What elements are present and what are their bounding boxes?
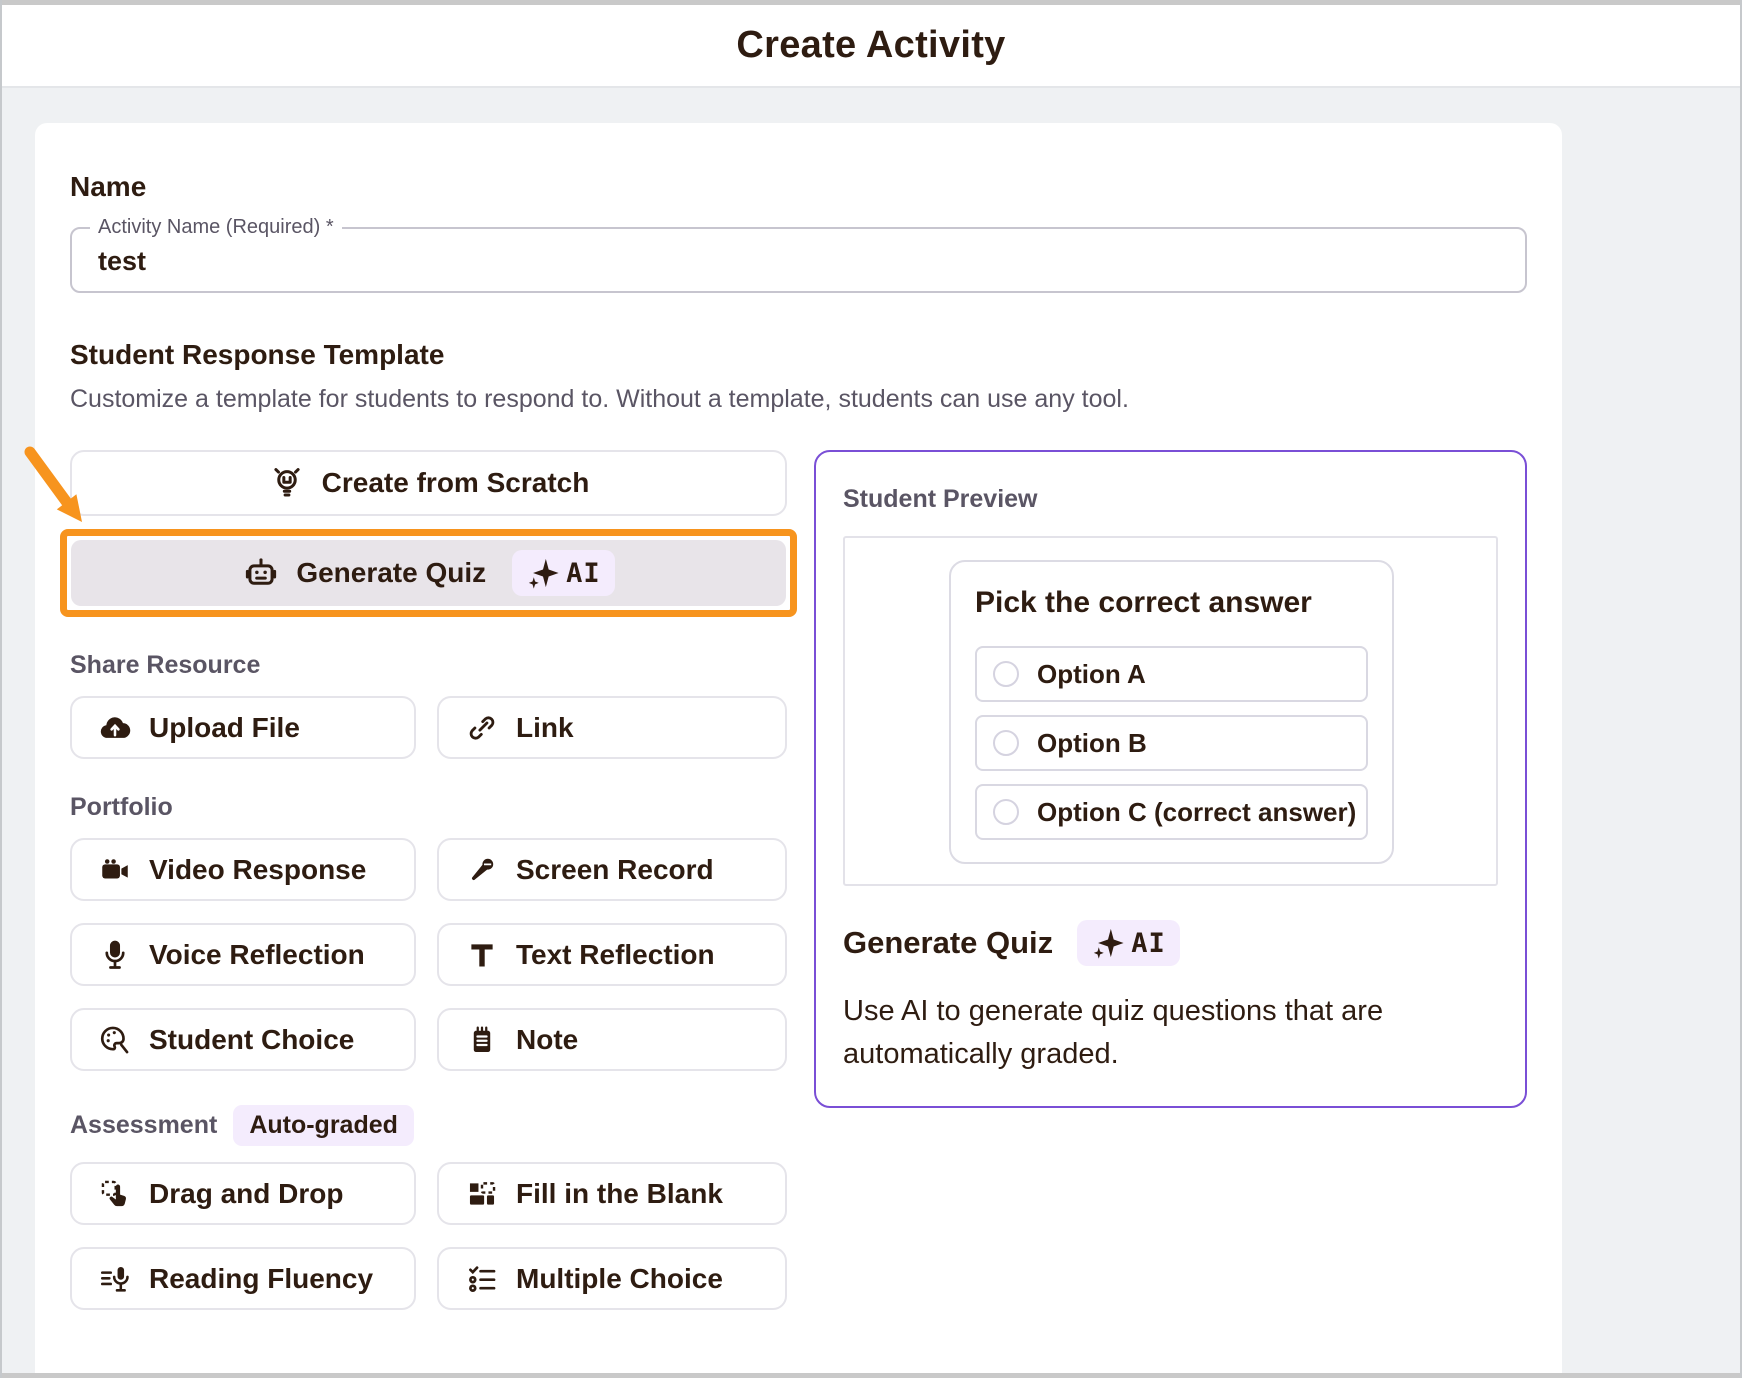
portfolio-heading-row: Portfolio xyxy=(70,793,787,822)
page-title: Create Activity xyxy=(736,24,1005,67)
link-label: Link xyxy=(516,712,574,744)
multiple-choice-label: Multiple Choice xyxy=(516,1263,723,1295)
activity-name-label: Activity Name (Required) * xyxy=(90,216,342,239)
assessment-heading: Assessment xyxy=(70,1111,217,1140)
screen-record-label: Screen Record xyxy=(516,854,714,886)
sparkles-icon xyxy=(1091,926,1125,960)
notepad-icon xyxy=(465,1023,499,1057)
robot-icon xyxy=(242,554,280,592)
selected-highlight-box: Generate Quiz AI xyxy=(60,529,797,617)
drag-and-drop-button[interactable]: Drag and Drop xyxy=(70,1162,416,1225)
create-from-scratch-button[interactable]: Create from Scratch xyxy=(70,450,787,516)
activity-name-input[interactable] xyxy=(96,231,1480,291)
upload-file-button[interactable]: Upload File xyxy=(70,696,416,759)
cloud-upload-icon xyxy=(98,711,132,745)
quiz-preview-card: Pick the correct answer Option A Option … xyxy=(949,560,1394,864)
checklist-icon xyxy=(465,1262,499,1296)
note-button[interactable]: Note xyxy=(437,1008,787,1071)
video-response-label: Video Response xyxy=(149,854,366,886)
student-choice-button[interactable]: Student Choice xyxy=(70,1008,416,1071)
video-camera-icon xyxy=(98,853,132,887)
name-heading: Name xyxy=(70,171,1527,203)
activity-name-field[interactable]: Activity Name (Required) * xyxy=(70,227,1527,293)
reading-mic-icon xyxy=(98,1262,132,1296)
assessment-grid: Drag and Drop Fill in the Blank xyxy=(70,1162,787,1310)
generate-quiz-button[interactable]: Generate Quiz AI xyxy=(71,540,786,606)
quiz-option-a[interactable]: Option A xyxy=(975,646,1368,702)
reading-fluency-button[interactable]: Reading Fluency xyxy=(70,1247,416,1310)
voice-reflection-button[interactable]: Voice Reflection xyxy=(70,923,416,986)
lightbulb-icon xyxy=(268,464,306,502)
ai-badge: AI xyxy=(1077,920,1180,966)
quiz-option-c-label: Option C (correct answer) xyxy=(1037,797,1356,828)
share-resource-heading: Share Resource xyxy=(70,651,260,680)
template-heading: Student Response Template xyxy=(70,339,1527,371)
video-response-button[interactable]: Video Response xyxy=(70,838,416,901)
quiz-option-b[interactable]: Option B xyxy=(975,715,1368,771)
palette-icon xyxy=(98,1023,132,1057)
quiz-option-c[interactable]: Option C (correct answer) xyxy=(975,784,1368,840)
screen-record-button[interactable]: Screen Record xyxy=(437,838,787,901)
note-label: Note xyxy=(516,1024,578,1056)
reading-fluency-label: Reading Fluency xyxy=(149,1263,373,1295)
template-description: Customize a template for students to res… xyxy=(70,385,1527,414)
quiz-question-title: Pick the correct answer xyxy=(975,586,1368,620)
link-icon xyxy=(465,711,499,745)
blocks-icon xyxy=(465,1177,499,1211)
generate-quiz-info-heading: Generate Quiz xyxy=(843,925,1053,961)
generate-quiz-info-row: Generate Quiz AI xyxy=(843,920,1498,966)
share-resource-heading-row: Share Resource xyxy=(70,651,787,680)
create-activity-card: Name Activity Name (Required) * Student … xyxy=(35,123,1562,1373)
text-reflection-label: Text Reflection xyxy=(516,939,715,971)
link-button[interactable]: Link xyxy=(437,696,787,759)
sparkles-icon xyxy=(526,556,560,590)
share-resource-grid: Upload File Link xyxy=(70,696,787,759)
radio-icon[interactable] xyxy=(993,799,1019,825)
page-background: Name Activity Name (Required) * Student … xyxy=(2,88,1740,1373)
student-preview-heading: Student Preview xyxy=(843,485,1498,514)
quiz-option-a-label: Option A xyxy=(1037,659,1146,690)
fill-in-the-blank-label: Fill in the Blank xyxy=(516,1178,723,1210)
template-row: Create from Scratch xyxy=(70,450,1527,1310)
create-from-scratch-label: Create from Scratch xyxy=(322,467,590,499)
ai-badge: AI xyxy=(512,550,615,596)
window-top-edge xyxy=(2,0,1740,5)
tool-list-column: Create from Scratch xyxy=(70,450,787,1310)
microphone-icon xyxy=(98,938,132,972)
upload-file-label: Upload File xyxy=(149,712,300,744)
generate-quiz-label: Generate Quiz xyxy=(296,557,486,589)
portfolio-grid: Video Response Screen Record xyxy=(70,838,787,1071)
handheld-mic-icon xyxy=(465,853,499,887)
ai-badge-text: AI xyxy=(1131,928,1166,959)
dialog-header: Create Activity xyxy=(2,5,1740,88)
student-preview-panel: Student Preview Pick the correct answer … xyxy=(814,450,1527,1108)
student-preview-canvas: Pick the correct answer Option A Option … xyxy=(843,536,1498,886)
fill-in-the-blank-button[interactable]: Fill in the Blank xyxy=(437,1162,787,1225)
radio-icon[interactable] xyxy=(993,730,1019,756)
drag-hand-icon xyxy=(98,1177,132,1211)
auto-graded-badge: Auto-graded xyxy=(233,1105,414,1146)
assessment-heading-row: Assessment Auto-graded xyxy=(70,1105,787,1146)
create-activity-screen: Create Activity Name Activity Name (Requ… xyxy=(0,0,1742,1378)
text-reflection-button[interactable]: Text Reflection xyxy=(437,923,787,986)
student-choice-label: Student Choice xyxy=(149,1024,354,1056)
quiz-options-list: Option A Option B Option C (correct answ… xyxy=(975,646,1368,840)
multiple-choice-button[interactable]: Multiple Choice xyxy=(437,1247,787,1310)
portfolio-heading: Portfolio xyxy=(70,793,173,822)
radio-icon[interactable] xyxy=(993,661,1019,687)
quiz-option-b-label: Option B xyxy=(1037,728,1147,759)
letter-t-icon xyxy=(465,938,499,972)
ai-badge-text: AI xyxy=(566,558,601,589)
generate-quiz-description: Use AI to generate quiz questions that a… xyxy=(843,990,1423,1076)
window-bottom-edge xyxy=(2,1373,1740,1378)
drag-and-drop-label: Drag and Drop xyxy=(149,1178,343,1210)
voice-reflection-label: Voice Reflection xyxy=(149,939,365,971)
